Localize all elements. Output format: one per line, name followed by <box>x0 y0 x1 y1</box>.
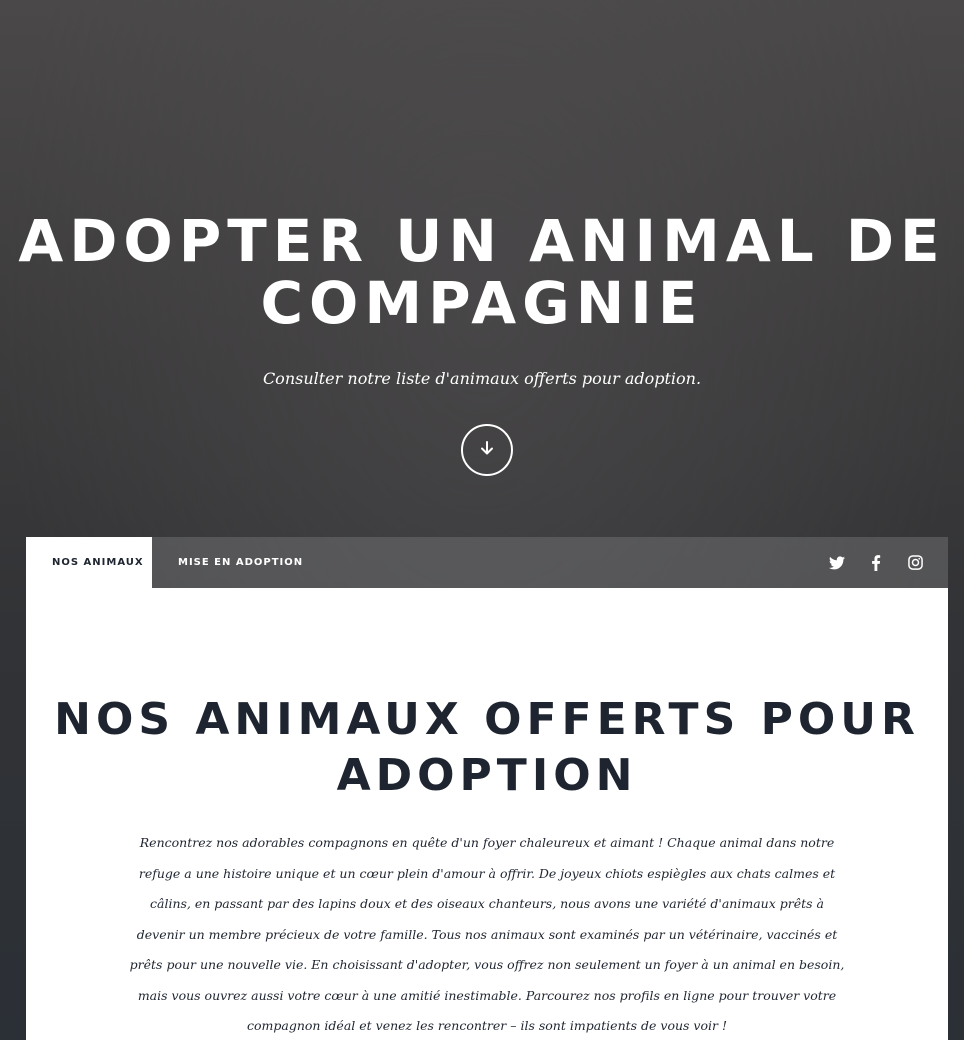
tab-label: NOS ANIMAUX <box>52 557 144 568</box>
tab-mise-en-adoption[interactable]: MISE EN ADOPTION <box>152 537 329 588</box>
tab-nos-animaux[interactable]: NOS ANIMAUX <box>26 537 152 588</box>
arrow-down-icon <box>479 440 495 460</box>
section-description: Rencontrez nos adorables compagnons en q… <box>129 835 845 1033</box>
tab-navigation: NOS ANIMAUX MISE EN ADOPTION <box>26 537 948 588</box>
instagram-icon[interactable] <box>906 554 924 572</box>
tab-label: MISE EN ADOPTION <box>178 557 304 568</box>
hero-subtitle: Consulter notre liste d'animaux offerts … <box>262 369 702 388</box>
twitter-icon[interactable] <box>828 554 846 572</box>
social-links <box>807 537 948 588</box>
adoption-section: NOS ANIMAUX OFFERTS POUR ADOPTION Rencon… <box>26 588 948 1040</box>
hero-title: ADOPTER UN ANIMAL DE COMPAGNIE <box>18 207 946 337</box>
hero-section: ADOPTER UN ANIMAL DE COMPAGNIE Consulter… <box>0 0 964 537</box>
scroll-down-button[interactable] <box>461 424 513 476</box>
facebook-icon[interactable] <box>867 554 885 572</box>
section-title: NOS ANIMAUX OFFERTS POUR ADOPTION <box>54 694 920 801</box>
